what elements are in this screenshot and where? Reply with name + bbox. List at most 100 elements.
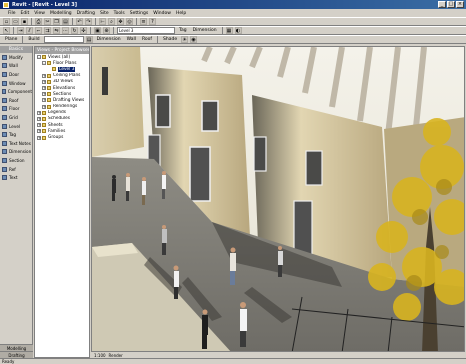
open-icon[interactable]: ▭ bbox=[12, 18, 19, 25]
minimize-button[interactable]: _ bbox=[438, 1, 446, 8]
tool-window[interactable]: Window bbox=[0, 79, 32, 88]
collapse-icon[interactable]: - bbox=[37, 55, 41, 60]
pan-icon[interactable]: ✥ bbox=[117, 18, 124, 25]
expand-icon[interactable]: + bbox=[42, 79, 46, 84]
print-icon[interactable]: ⎙ bbox=[35, 18, 42, 25]
visibility-icon[interactable]: ◐ bbox=[234, 27, 242, 34]
menu-bar: File Edit View Modelling Drafting Site T… bbox=[0, 9, 466, 17]
cut-icon[interactable]: ✂ bbox=[44, 18, 51, 25]
tool-component[interactable]: Component bbox=[0, 87, 32, 96]
move-icon[interactable]: ✣ bbox=[80, 27, 87, 34]
menu-modelling[interactable]: Modelling bbox=[50, 11, 72, 16]
maximize-button[interactable]: □ bbox=[447, 1, 455, 8]
orbit-icon[interactable]: ◎ bbox=[126, 18, 133, 25]
measure-icon[interactable]: ⊢ bbox=[99, 18, 106, 25]
menu-settings[interactable]: Settings bbox=[130, 11, 148, 16]
expand-icon[interactable]: + bbox=[37, 129, 41, 134]
menu-view[interactable]: View bbox=[34, 11, 45, 16]
lock-icon[interactable]: ▣ bbox=[94, 27, 101, 34]
expand-icon[interactable]: + bbox=[42, 73, 46, 78]
wall-tool-button[interactable]: Wall bbox=[125, 36, 138, 43]
tool-wall[interactable]: Wall bbox=[0, 62, 32, 71]
menu-drafting[interactable]: Drafting bbox=[77, 11, 95, 16]
folder-icon bbox=[42, 110, 46, 115]
dimension-button[interactable]: Dimension bbox=[191, 27, 219, 34]
folder-icon bbox=[47, 79, 51, 84]
split-icon[interactable]: ⫽ bbox=[26, 27, 33, 34]
thin-lines-icon[interactable]: ≡ bbox=[140, 18, 147, 25]
collapse-icon[interactable]: - bbox=[42, 61, 46, 66]
tool-text[interactable]: Text bbox=[0, 173, 32, 182]
paste-icon[interactable]: ▤ bbox=[62, 18, 69, 25]
expand-icon[interactable]: + bbox=[42, 104, 46, 109]
menu-window[interactable]: Window bbox=[153, 11, 171, 16]
build-button[interactable]: Build bbox=[26, 36, 41, 43]
tool-level[interactable]: Level bbox=[0, 122, 32, 131]
expand-icon[interactable]: + bbox=[37, 135, 41, 140]
menu-edit[interactable]: Edit bbox=[21, 11, 30, 16]
menu-file[interactable]: File bbox=[8, 11, 16, 16]
expand-icon[interactable]: + bbox=[37, 116, 41, 121]
wall-icon bbox=[2, 63, 7, 69]
type-selector[interactable] bbox=[43, 36, 84, 43]
tool-label: Text Notes bbox=[9, 140, 31, 146]
expand-icon[interactable]: + bbox=[42, 86, 46, 91]
render-toggle[interactable]: Render bbox=[109, 353, 123, 358]
tool-dimension[interactable]: Dimension bbox=[0, 148, 32, 157]
menu-tools[interactable]: Tools bbox=[114, 11, 125, 16]
tool-label: Ref bbox=[9, 166, 16, 172]
align-icon[interactable]: ⇥ bbox=[17, 27, 24, 34]
roof-tool-button[interactable]: Roof bbox=[140, 36, 154, 43]
tool-roof[interactable]: Roof bbox=[0, 96, 32, 105]
separator bbox=[72, 18, 73, 25]
help-icon[interactable]: ? bbox=[149, 18, 156, 25]
unpin-icon[interactable]: ⊕ bbox=[103, 27, 110, 34]
tool-section[interactable]: Section bbox=[0, 156, 32, 165]
menu-help[interactable]: Help bbox=[176, 11, 186, 16]
tool-tag[interactable]: Tag bbox=[0, 130, 32, 139]
zoom-icon[interactable]: ⌕ bbox=[108, 18, 115, 25]
menu-site[interactable]: Site bbox=[100, 11, 109, 16]
trim-icon[interactable]: ⌐ bbox=[35, 27, 42, 34]
tool-door[interactable]: Door bbox=[0, 70, 32, 79]
tool-ref[interactable]: Ref bbox=[0, 165, 32, 174]
leaf-icon bbox=[47, 67, 51, 71]
browser-row[interactable]: + Groups bbox=[35, 134, 89, 140]
new-icon[interactable]: ▫ bbox=[3, 18, 10, 25]
shade-button[interactable]: Shade bbox=[161, 36, 179, 43]
tool-floor[interactable]: Floor bbox=[0, 105, 32, 114]
expand-icon[interactable]: + bbox=[37, 110, 41, 115]
properties-icon[interactable]: ▤ bbox=[85, 36, 93, 43]
tool-label: Window bbox=[9, 80, 26, 86]
plane-button[interactable]: Plane bbox=[3, 36, 19, 43]
camera-icon[interactable]: ◉ bbox=[190, 36, 198, 43]
tab-drafting[interactable]: Drafting bbox=[0, 351, 33, 358]
array-icon[interactable]: ⋯ bbox=[62, 27, 69, 34]
view-properties-icon[interactable]: ▦ bbox=[225, 27, 233, 34]
dimension-tool-button[interactable]: Dimension bbox=[95, 36, 123, 43]
modify-icon[interactable]: ↖ bbox=[3, 27, 10, 34]
tool-grid[interactable]: Grid bbox=[0, 113, 32, 122]
close-button[interactable]: × bbox=[456, 1, 464, 8]
expand-icon[interactable]: + bbox=[42, 98, 46, 103]
3d-viewport[interactable] bbox=[91, 46, 465, 352]
rotate-icon[interactable]: ↻ bbox=[71, 27, 78, 34]
save-icon[interactable]: ▪ bbox=[21, 18, 28, 25]
copy-icon[interactable]: ❐ bbox=[53, 18, 60, 25]
level-selector[interactable]: Level 3 bbox=[117, 27, 175, 34]
undo-icon[interactable]: ↶ bbox=[76, 18, 83, 25]
expand-icon[interactable]: + bbox=[37, 123, 41, 128]
tool-modify[interactable]: Modify bbox=[0, 53, 32, 62]
redo-icon[interactable]: ↷ bbox=[85, 18, 92, 25]
tab-modelling[interactable]: Modelling bbox=[0, 344, 33, 351]
render-icon[interactable]: ☀ bbox=[181, 36, 189, 43]
offset-icon[interactable]: ⇉ bbox=[44, 27, 51, 34]
browser-row-label: Families bbox=[48, 128, 66, 134]
view-scale[interactable]: 1:100 bbox=[94, 353, 106, 358]
door-1 bbox=[189, 146, 211, 202]
roof-icon bbox=[2, 97, 7, 103]
mirror-icon[interactable]: ⇋ bbox=[53, 27, 60, 34]
tool-text-notes[interactable]: Text Notes bbox=[0, 139, 32, 148]
tag-button[interactable]: Tag bbox=[177, 27, 189, 34]
expand-icon[interactable]: + bbox=[42, 92, 46, 97]
